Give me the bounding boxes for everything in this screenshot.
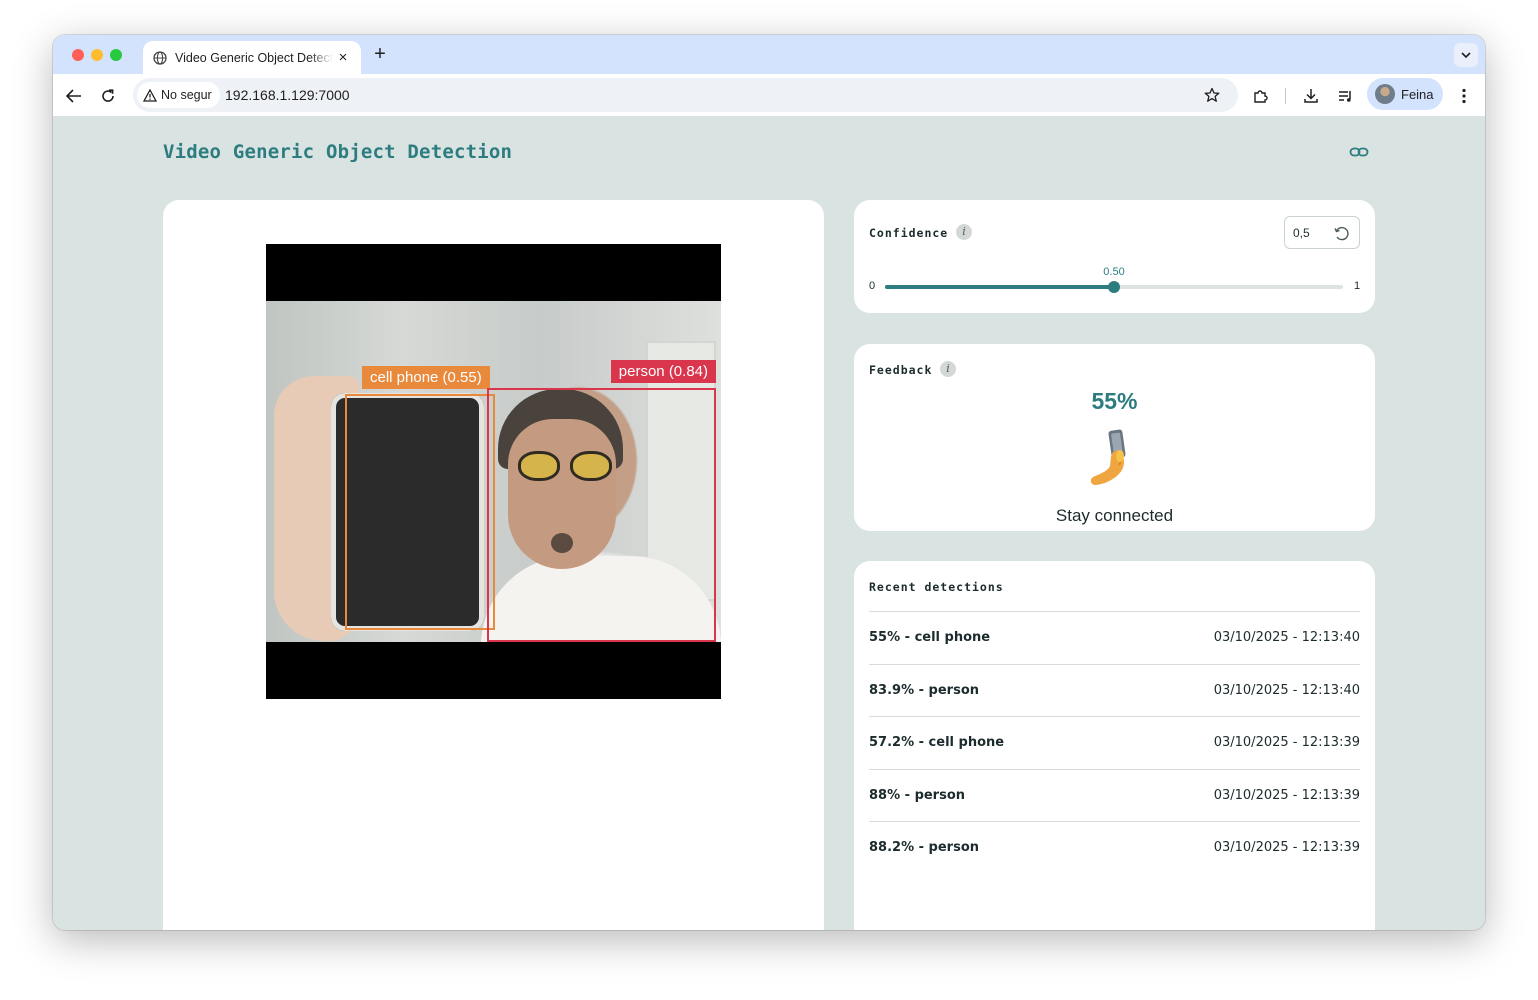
feedback-label: Feedback (869, 363, 933, 377)
slider-fill (885, 285, 1114, 289)
confidence-input[interactable]: 0,5 (1284, 216, 1360, 249)
recent-detections-list: 55% - cell phone 03/10/2025 - 12:13:40 8… (869, 611, 1360, 874)
globe-icon (153, 50, 167, 65)
feedback-percent: 55% (1091, 388, 1138, 414)
extensions-puzzle-icon[interactable] (1251, 86, 1271, 106)
address-bar[interactable]: No segur 192.168.1.129:7000 (133, 78, 1238, 112)
confidence-slider[interactable] (885, 281, 1343, 293)
avatar (1375, 84, 1395, 104)
close-window-button[interactable] (72, 49, 84, 61)
feedback-card: Feedback i 55% Stay connected (854, 344, 1375, 531)
detection-label: 83.9% - person (869, 682, 980, 698)
toolbar-divider (1285, 88, 1286, 104)
tab-close-icon[interactable]: × (335, 49, 351, 66)
detection-time: 03/10/2025 - 12:13:39 (1213, 840, 1360, 856)
detection-label: 88% - person (869, 787, 966, 803)
infinity-link-icon[interactable] (1349, 145, 1369, 159)
slider-max-label: 1 (1354, 280, 1361, 292)
page-title: Video Generic Object Detection (163, 141, 513, 163)
download-icon[interactable] (1301, 86, 1321, 106)
detection-label-cell-phone: cell phone (0.55) (362, 366, 490, 389)
list-item: 88% - person 03/10/2025 - 12:13:39 (869, 768, 1360, 822)
detection-label: 57.2% - cell phone (869, 735, 1005, 751)
recent-detections-card: Recent detections 55% - cell phone 03/10… (854, 561, 1375, 930)
recent-detections-title: Recent detections (869, 580, 1004, 594)
bookmark-star-icon[interactable] (1202, 85, 1222, 105)
media-playlist-icon[interactable] (1336, 86, 1356, 106)
detection-box-person: person (0.84) (487, 360, 716, 642)
list-item: 83.9% - person 03/10/2025 - 12:13:40 (869, 663, 1360, 717)
selfie-hand-phone-emoji (1084, 428, 1144, 490)
browser-window: Video Generic Object Detection × + No se… (53, 35, 1485, 930)
info-icon[interactable]: i (956, 224, 972, 240)
info-icon[interactable]: i (940, 361, 956, 377)
detection-box-cell-phone: cell phone (0.55) (345, 366, 495, 630)
back-arrow-icon[interactable] (64, 86, 84, 106)
video-card: cell phone (0.55) person (0.84) (163, 200, 824, 930)
confidence-label: Confidence (869, 226, 949, 240)
reset-icon[interactable] (1333, 224, 1351, 242)
video-feed: cell phone (0.55) person (0.84) (266, 244, 721, 699)
maximize-window-button[interactable] (110, 49, 122, 61)
list-item: 57.2% - cell phone 03/10/2025 - 12:13:39 (869, 716, 1360, 769)
slider-min-label: 0 (869, 280, 876, 292)
url-text[interactable]: 192.168.1.129:7000 (225, 87, 350, 103)
warning-icon (143, 88, 157, 102)
reload-icon[interactable] (98, 86, 118, 106)
profile-name: Feina (1401, 86, 1434, 102)
kebab-menu-icon[interactable] (1454, 86, 1474, 106)
security-label: No segur (161, 88, 212, 102)
detection-time: 03/10/2025 - 12:13:40 (1213, 682, 1360, 698)
security-chip[interactable]: No segur (137, 82, 220, 108)
confidence-input-value: 0,5 (1293, 225, 1310, 240)
list-item: 55% - cell phone 03/10/2025 - 12:13:40 (869, 611, 1360, 664)
feedback-message: Stay connected (1055, 506, 1174, 525)
confidence-card: Confidence i 0,5 0 1 0.50 (854, 200, 1375, 313)
tab-title: Video Generic Object Detection (175, 50, 333, 65)
chevron-down-icon (1461, 52, 1471, 58)
slider-value-label: 0.50 (1103, 266, 1125, 278)
detection-time: 03/10/2025 - 12:13:39 (1213, 735, 1360, 751)
detection-label: 88.2% - person (869, 840, 980, 856)
browser-toolbar: No segur 192.168.1.129:7000 Feina (53, 74, 1485, 117)
tab-search-button[interactable] (1454, 43, 1478, 67)
list-item: 88.2% - person 03/10/2025 - 12:13:39 (869, 821, 1360, 874)
new-tab-button[interactable]: + (371, 44, 389, 64)
detection-time: 03/10/2025 - 12:13:40 (1213, 630, 1360, 646)
browser-tab[interactable]: Video Generic Object Detection × (143, 41, 361, 74)
slider-thumb[interactable] (1108, 281, 1120, 293)
tab-strip: Video Generic Object Detection × + (53, 35, 1485, 74)
detection-label: 55% - cell phone (869, 630, 991, 646)
profile-button[interactable]: Feina (1367, 78, 1443, 110)
detection-label-person: person (0.84) (610, 360, 716, 383)
minimize-window-button[interactable] (91, 49, 103, 61)
page-content: Video Generic Object Detection cell phon… (53, 117, 1485, 930)
detection-time: 03/10/2025 - 12:13:39 (1213, 787, 1360, 803)
